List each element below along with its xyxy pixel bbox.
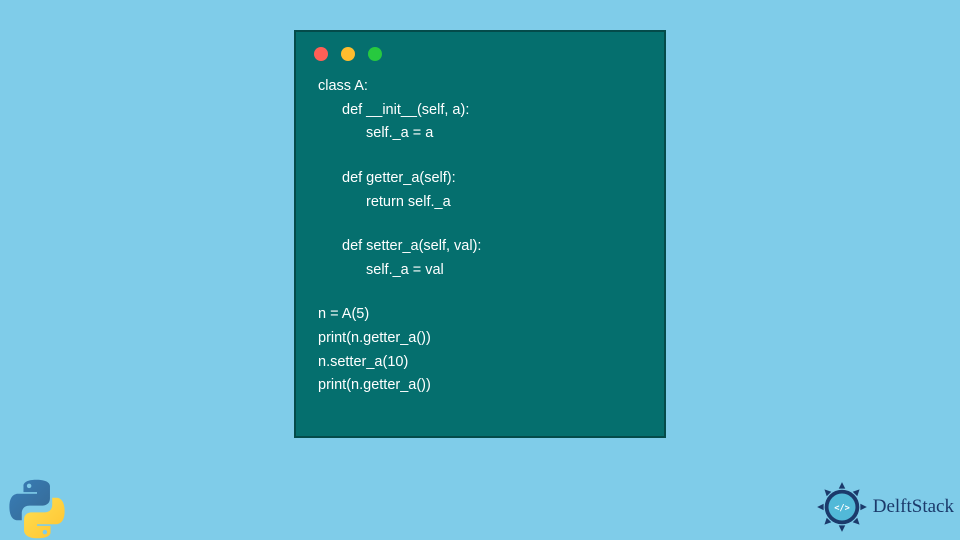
- code-line: def setter_a(self, val):: [318, 235, 642, 259]
- code-line: print(n.getter_a()): [318, 327, 642, 351]
- blank-line: [318, 146, 642, 167]
- window-controls: [296, 32, 664, 69]
- close-icon: [314, 47, 328, 61]
- code-line: return self._a: [318, 191, 642, 215]
- svg-text:</>: </>: [834, 503, 850, 513]
- python-logo-icon: [6, 478, 68, 540]
- code-window: class A: def __init__(self, a): self._a …: [294, 30, 666, 438]
- code-line: self._a = val: [318, 259, 642, 283]
- code-line: def getter_a(self):: [318, 167, 642, 191]
- code-line: def __init__(self, a):: [318, 99, 642, 123]
- delftstack-seal-icon: </>: [815, 480, 869, 534]
- code-line: n.setter_a(10): [318, 351, 642, 375]
- delftstack-brand: </> DelftStack: [815, 480, 954, 534]
- code-line: n = A(5): [318, 303, 642, 327]
- code-body: class A: def __init__(self, a): self._a …: [296, 69, 664, 398]
- brand-name: DelftStack: [873, 496, 954, 518]
- maximize-icon: [368, 47, 382, 61]
- blank-line: [318, 282, 642, 303]
- blank-line: [318, 214, 642, 235]
- code-line: self._a = a: [318, 122, 642, 146]
- code-line: print(n.getter_a()): [318, 374, 642, 398]
- minimize-icon: [341, 47, 355, 61]
- code-line: class A:: [318, 75, 642, 99]
